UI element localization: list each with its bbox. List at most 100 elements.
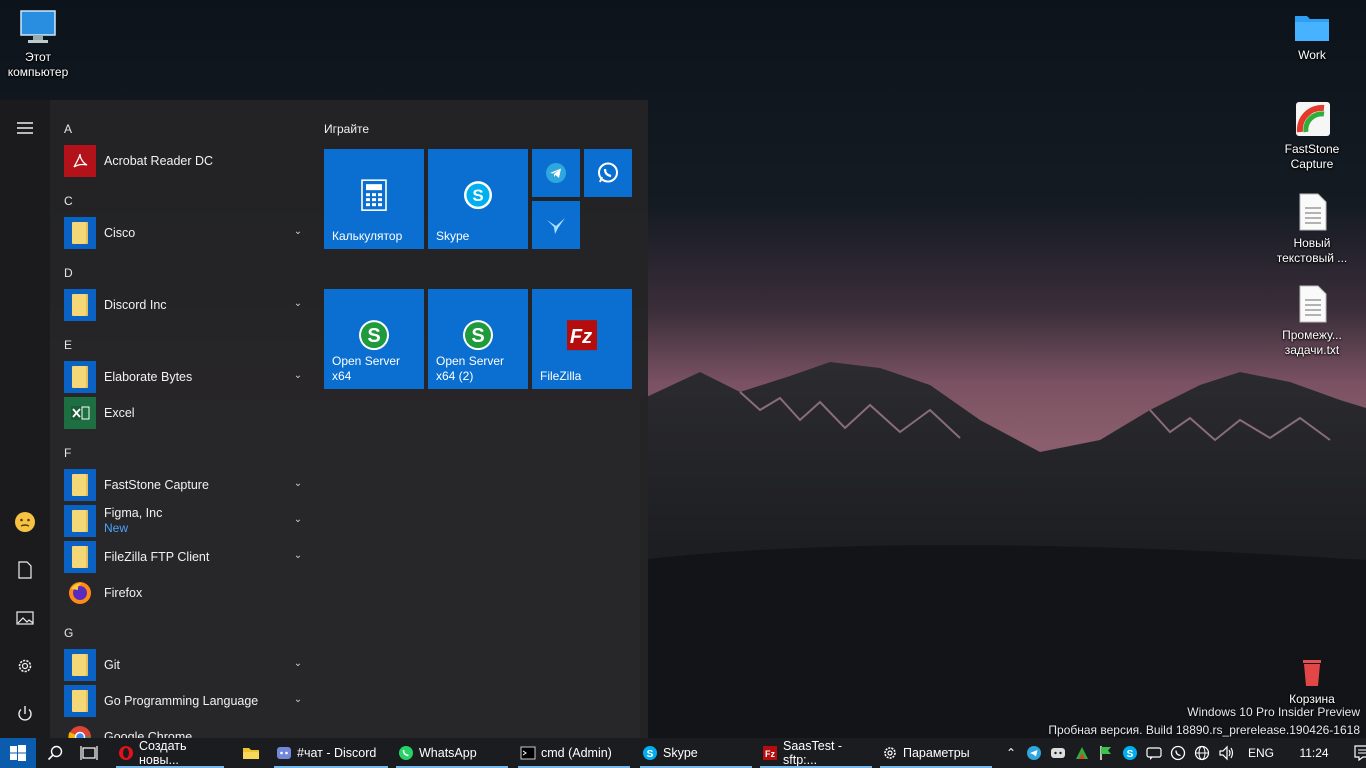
- tray-discord-icon[interactable]: [1050, 745, 1066, 761]
- tile-filezilla[interactable]: Fz FileZilla: [532, 289, 632, 389]
- tile-open-server-2[interactable]: S Open Server x64 (2): [428, 289, 528, 389]
- app-item-figma[interactable]: Figma, Inc New ⌄: [64, 504, 304, 538]
- taskbar-app-opera[interactable]: Создать новы...: [114, 738, 226, 768]
- tile-calculator[interactable]: Калькулятор: [324, 149, 424, 249]
- start-menu: A Acrobat Reader DC C Cisco ⌄ D Discord …: [0, 100, 648, 738]
- skype-icon: S: [642, 745, 658, 761]
- tile-label: Open Server x64 (2): [436, 354, 505, 383]
- taskbar-app-filezilla[interactable]: Fz SaasTest - sftp:...: [758, 738, 874, 768]
- app-label: Discord Inc: [104, 297, 167, 312]
- desktop-icon-recycle-bin[interactable]: Корзина: [1274, 656, 1350, 707]
- tiles-group-header[interactable]: Играйте: [324, 122, 369, 136]
- app-item-chrome[interactable]: Google Chrome: [64, 720, 304, 738]
- tray-network-globe-icon[interactable]: [1194, 745, 1210, 761]
- app-label: Cisco: [104, 225, 136, 240]
- tray-faststone-icon[interactable]: [1074, 745, 1090, 761]
- app-label: Excel: [104, 405, 135, 420]
- app-label: Google Chrome: [104, 729, 193, 739]
- app-item-git[interactable]: Git ⌄: [64, 648, 304, 682]
- chevron-down-icon: ⌄: [293, 550, 303, 561]
- desktop-icon-new-text-file[interactable]: Новый текстовый ...: [1274, 192, 1350, 266]
- svg-text:S: S: [471, 325, 484, 347]
- tray-overflow-chevron-up-icon[interactable]: ⌃: [1000, 746, 1022, 760]
- app-list: A Acrobat Reader DC C Cisco ⌄ D Discord …: [50, 100, 312, 738]
- tile-hummingbird-app[interactable]: [532, 201, 580, 249]
- tray-whatsapp-icon[interactable]: [1170, 745, 1186, 761]
- tile-label: Open Server x64: [332, 354, 401, 383]
- app-label: Firefox: [104, 585, 143, 600]
- excel-icon: [64, 397, 96, 429]
- letter-header-d[interactable]: D: [64, 266, 73, 280]
- build-watermark-line1: Windows 10 Pro Insider Preview: [1187, 705, 1360, 719]
- task-view-button[interactable]: [72, 738, 106, 768]
- whatsapp-icon: [598, 162, 618, 183]
- start-button[interactable]: [0, 738, 36, 768]
- tile-telegram[interactable]: [532, 149, 580, 197]
- app-item-elaborate-bytes[interactable]: Elaborate Bytes ⌄: [64, 360, 304, 394]
- app-item-cisco[interactable]: Cisco ⌄: [64, 216, 304, 250]
- app-item-firefox[interactable]: Firefox: [64, 576, 304, 610]
- taskbar-app-cmd[interactable]: cmd (Admin): [516, 738, 632, 768]
- folder-icon: [64, 469, 96, 501]
- telegram-icon: [546, 163, 566, 183]
- chevron-down-icon: ⌄: [293, 370, 303, 381]
- windows-logo-icon: [10, 745, 26, 761]
- tray-telegram-icon[interactable]: [1026, 745, 1042, 761]
- letter-header-c[interactable]: C: [64, 194, 73, 208]
- tile-open-server[interactable]: S Open Server x64: [324, 289, 424, 389]
- tray-skype-icon[interactable]: S: [1122, 745, 1138, 761]
- tray-clock[interactable]: 11:24: [1296, 746, 1332, 760]
- system-tray: ⌃ S ENG 11:24: [1000, 738, 1366, 768]
- taskbar-app-label: Создать новы...: [139, 739, 187, 767]
- app-item-go[interactable]: Go Programming Language ⌄: [64, 684, 304, 718]
- taskbar-app-skype[interactable]: S Skype: [638, 738, 754, 768]
- letter-header-a[interactable]: A: [64, 122, 72, 136]
- taskbar-app-explorer[interactable]: [236, 738, 266, 768]
- letter-header-e[interactable]: E: [64, 338, 72, 352]
- settings-button[interactable]: [0, 642, 50, 690]
- power-button[interactable]: [0, 690, 50, 738]
- tray-flag-icon[interactable]: [1098, 745, 1114, 761]
- text-file-icon: [1299, 193, 1327, 231]
- desktop-icon-interim-tasks[interactable]: Промежу... задачи.txt: [1274, 284, 1350, 358]
- documents-button[interactable]: [0, 546, 50, 594]
- taskbar-app-label: WhatsApp: [419, 746, 477, 760]
- tile-label: Калькулятор: [332, 229, 403, 243]
- app-item-filezilla[interactable]: FileZilla FTP Client ⌄: [64, 540, 304, 574]
- recycle-bin-icon: [1303, 660, 1321, 686]
- app-label: FileZilla FTP Client: [104, 549, 210, 564]
- user-account-button[interactable]: [0, 498, 50, 546]
- app-label: Go Programming Language: [104, 693, 259, 708]
- action-center-icon[interactable]: [1354, 745, 1366, 761]
- app-label: Figma, Inc: [104, 506, 163, 520]
- taskbar-app-discord[interactable]: #чат - Discord: [272, 738, 390, 768]
- taskbar-app-settings[interactable]: Параметры: [878, 738, 994, 768]
- taskbar-app-whatsapp[interactable]: WhatsApp: [394, 738, 510, 768]
- app-item-acrobat[interactable]: Acrobat Reader DC: [64, 144, 304, 178]
- search-button[interactable]: [38, 738, 72, 768]
- svg-text:Fz: Fz: [570, 326, 592, 348]
- tile-skype[interactable]: S Skype: [428, 149, 528, 249]
- app-item-excel[interactable]: Excel: [64, 396, 304, 430]
- desktop-icon-work-folder[interactable]: Work: [1274, 10, 1350, 63]
- app-item-faststone[interactable]: FastStone Capture ⌄: [64, 468, 304, 502]
- folder-icon: [64, 685, 96, 717]
- desktop-icon-faststone[interactable]: FastStone Capture: [1274, 100, 1350, 172]
- user-avatar-icon: [15, 512, 35, 532]
- filezilla-icon: Fz: [567, 320, 597, 351]
- desktop-icon-this-pc[interactable]: Этот компьютер: [0, 8, 76, 80]
- discord-icon: [276, 745, 292, 761]
- tray-language-indicator[interactable]: ENG: [1248, 746, 1274, 760]
- chevron-down-icon: ⌄: [293, 514, 303, 525]
- hamburger-menu-button[interactable]: [0, 104, 50, 152]
- tray-chat-icon[interactable]: [1146, 745, 1162, 761]
- letter-header-f[interactable]: F: [64, 446, 71, 460]
- app-item-discord[interactable]: Discord Inc ⌄: [64, 288, 304, 322]
- file-explorer-icon: [243, 748, 259, 759]
- tray-volume-icon[interactable]: [1218, 745, 1236, 761]
- desktop-icon-label: Новый текстовый ...: [1276, 236, 1348, 265]
- folder-icon: [64, 289, 96, 321]
- letter-header-g[interactable]: G: [64, 626, 73, 640]
- tile-whatsapp[interactable]: [584, 149, 632, 197]
- pictures-button[interactable]: [0, 594, 50, 642]
